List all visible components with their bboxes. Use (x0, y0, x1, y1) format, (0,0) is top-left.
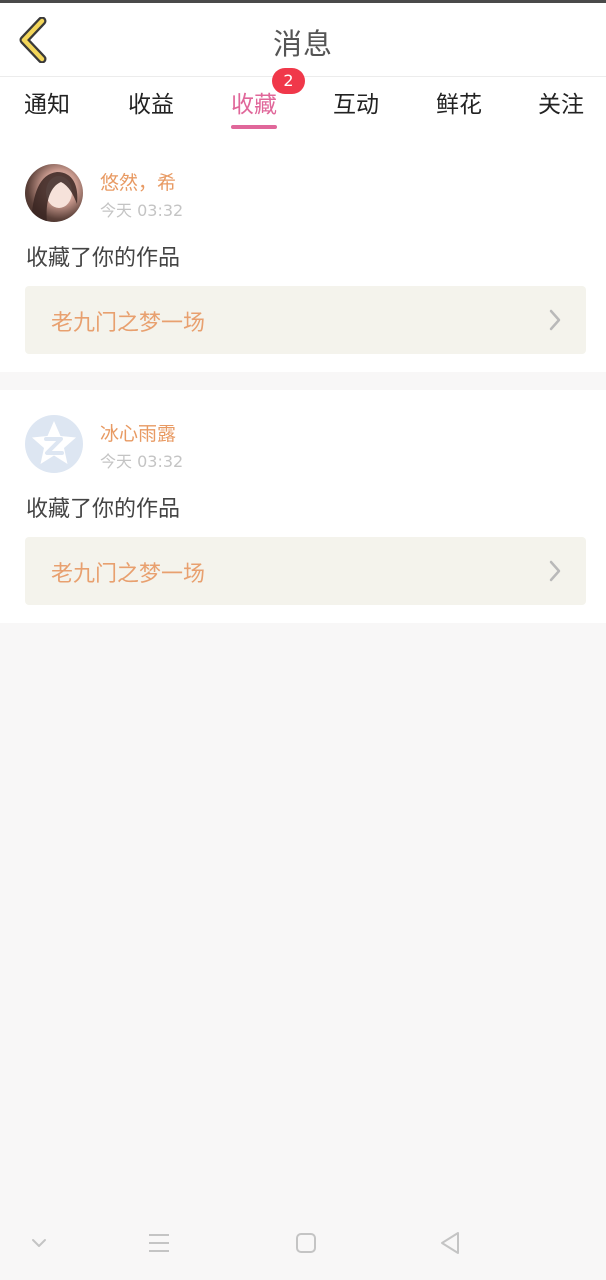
tab-interactions[interactable]: 互动 (333, 85, 379, 135)
tab-label: 互动 (333, 92, 379, 118)
tab-label: 收益 (128, 92, 174, 118)
message-card: 悠然，希 今天 03:32 收藏了你的作品 老九门之梦一场 (0, 139, 606, 372)
work-title: 老九门之梦一场 (51, 311, 206, 336)
chevron-right-icon (549, 309, 561, 331)
work-title: 老九门之梦一场 (51, 562, 206, 587)
triangle-back-icon (441, 1232, 459, 1254)
username[interactable]: 冰心雨露 (100, 419, 176, 446)
timestamp: 今天 03:32 (100, 201, 184, 220)
avatar[interactable] (25, 415, 83, 473)
menu-icon (149, 1234, 169, 1252)
tab-label: 收藏 (231, 92, 277, 118)
tab-earnings[interactable]: 收益 (128, 85, 174, 135)
tab-label: 关注 (538, 92, 584, 118)
work-link[interactable]: 老九门之梦一场 (25, 537, 586, 605)
tab-favorites[interactable]: 收藏 (231, 85, 277, 135)
back-nav-button[interactable] (432, 1228, 468, 1258)
user-photo-icon (31, 172, 78, 222)
system-nav-bar (0, 1210, 606, 1280)
menu-nav-button[interactable] (141, 1228, 177, 1258)
home-nav-button[interactable] (288, 1228, 324, 1258)
avatar[interactable] (25, 164, 83, 222)
work-link[interactable]: 老九门之梦一场 (25, 286, 586, 354)
username[interactable]: 悠然，希 (100, 168, 176, 195)
hide-nav-button[interactable] (21, 1228, 57, 1258)
tab-following[interactable]: 关注 (538, 85, 584, 135)
qzone-default-avatar-icon (32, 421, 76, 464)
tab-label: 鲜花 (436, 92, 482, 118)
home-square-icon (296, 1233, 316, 1253)
unread-badge: 2 (272, 68, 305, 94)
chevron-right-icon (549, 560, 561, 582)
tab-notifications[interactable]: 通知 (24, 85, 70, 135)
tab-flowers[interactable]: 鲜花 (436, 85, 482, 135)
timestamp: 今天 03:32 (100, 452, 184, 471)
active-tab-indicator (231, 125, 277, 129)
action-text: 收藏了你的作品 (26, 246, 181, 271)
message-card: 冰心雨露 今天 03:32 收藏了你的作品 老九门之梦一场 (0, 390, 606, 623)
chevron-down-icon (32, 1239, 46, 1247)
page-title: 消息 (272, 27, 333, 61)
header-bar: 消息 (0, 3, 606, 77)
action-text: 收藏了你的作品 (26, 497, 181, 522)
tab-label: 通知 (24, 92, 70, 118)
